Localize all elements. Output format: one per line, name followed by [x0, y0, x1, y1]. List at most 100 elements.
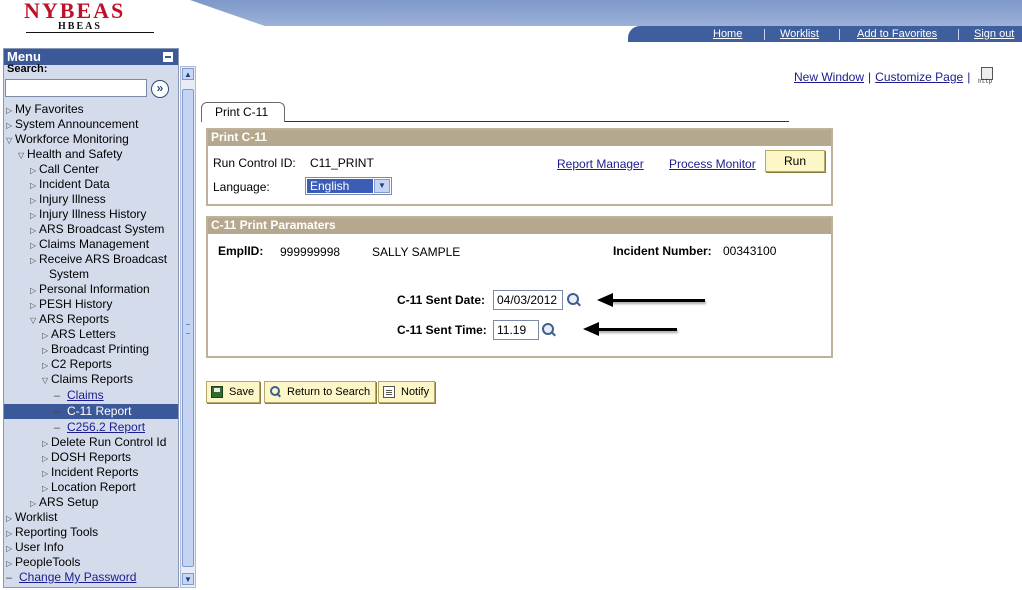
tree-collapsed-icon: ▷: [30, 286, 37, 295]
menu-item-ars-letters[interactable]: ▷ ARS Letters: [42, 327, 116, 342]
menu-item-c2-reports[interactable]: ▷ C2 Reports: [42, 357, 112, 372]
notify-button[interactable]: Notify: [378, 381, 436, 403]
menu-item-incident-reports[interactable]: ▷ Incident Reports: [42, 465, 138, 480]
menu-item-label: C256.2 Report: [67, 420, 146, 434]
lookup-search-icon[interactable]: [542, 323, 556, 337]
nav-home-link[interactable]: Home: [713, 28, 742, 40]
menu-item-label: Receive ARS Broadcast: [39, 252, 168, 266]
menu-item-incident-data[interactable]: ▷ Incident Data: [30, 177, 110, 192]
menu-search-input[interactable]: [5, 79, 147, 97]
chevron-down-icon[interactable]: ▼: [374, 179, 390, 193]
tree-leaf-icon: –: [54, 422, 61, 434]
process-monitor-link[interactable]: Process Monitor: [669, 157, 756, 171]
tree-expanded-icon: ▽: [18, 151, 25, 160]
menu-item-claims-management[interactable]: ▷ Claims Management: [30, 237, 149, 252]
menu-item-label: C-11 Report: [67, 404, 132, 418]
menu-item-label: Injury Illness: [39, 192, 106, 206]
customize-page-link[interactable]: Customize Page: [875, 70, 963, 84]
menu-item-change-my-password[interactable]: – Change My Password: [6, 570, 136, 585]
save-icon: [211, 386, 223, 398]
tree-leaf-icon: –: [54, 390, 61, 402]
menu-item-label: Claims: [67, 388, 104, 402]
nav-add-favorites-link[interactable]: Add to Favorites: [857, 28, 937, 40]
save-button[interactable]: Save: [206, 381, 261, 403]
menu-item-injury-illness[interactable]: ▷ Injury Illness: [30, 192, 106, 207]
menu-item-system[interactable]: System: [40, 267, 89, 282]
page-links: New Window | Customize Page |: [794, 70, 974, 84]
tree-collapsed-icon: ▷: [30, 499, 37, 508]
menu-item-workforce-monitoring[interactable]: ▽ Workforce Monitoring: [6, 132, 129, 147]
new-window-link[interactable]: New Window: [794, 70, 864, 84]
menu-item-delete-run-control-id[interactable]: ▷ Delete Run Control Id: [42, 435, 166, 450]
menu-item-label: Broadcast Printing: [51, 342, 150, 356]
tree-collapsed-icon: ▷: [30, 241, 37, 250]
menu-item-ars-broadcast-system[interactable]: ▷ ARS Broadcast System: [30, 222, 164, 237]
menu-item-user-info[interactable]: ▷ User Info: [6, 540, 64, 555]
menu-item-reporting-tools[interactable]: ▷ Reporting Tools: [6, 525, 98, 540]
menu-item-c-11-report[interactable]: – C-11 Report: [54, 404, 131, 419]
menu-item-ars-reports[interactable]: ▽ ARS Reports: [30, 312, 109, 327]
language-label: Language:: [213, 180, 270, 194]
menu-item-label: PeopleTools: [15, 555, 81, 569]
menu-item-call-center[interactable]: ▷ Call Center: [30, 162, 99, 177]
return-to-search-label: Return to Search: [287, 386, 371, 398]
emplid-label: EmplID:: [218, 244, 264, 258]
menu-item-label: ARS Broadcast System: [39, 222, 165, 236]
search-label: Search:: [7, 63, 48, 75]
tree-collapsed-icon: ▷: [6, 106, 13, 115]
run-button[interactable]: Run: [765, 150, 825, 172]
language-select[interactable]: English ▼: [305, 177, 392, 195]
menu-item-injury-illness-history[interactable]: ▷ Injury Illness History: [30, 207, 146, 222]
menu-item-label: Injury Illness History: [39, 207, 147, 221]
sent-date-input[interactable]: 04/03/2012: [493, 290, 563, 310]
nav-signout-link[interactable]: Sign out: [974, 28, 1014, 40]
lookup-search-icon[interactable]: [567, 293, 581, 307]
menu-item-peopletools[interactable]: ▷ PeopleTools: [6, 555, 80, 570]
minimize-icon[interactable]: [163, 52, 173, 62]
scroll-up-icon[interactable]: ▲: [182, 68, 194, 80]
menu-item-c256-2-report[interactable]: – C256.2 Report: [54, 420, 145, 435]
scroll-thumb[interactable]: [182, 89, 194, 567]
tab-print-c11[interactable]: Print C-11: [201, 102, 285, 122]
print-params-header: C-11 Print Paramaters: [208, 218, 831, 234]
menu-item-broadcast-printing[interactable]: ▷ Broadcast Printing: [42, 342, 149, 357]
menu-item-receive-ars-broadcast[interactable]: ▷ Receive ARS Broadcast: [30, 252, 167, 267]
tree-collapsed-icon: ▷: [30, 166, 37, 175]
run-control-label: Run Control ID:: [213, 156, 296, 170]
go-arrow-icon[interactable]: »: [151, 80, 169, 98]
menu-item-location-report[interactable]: ▷ Location Report: [42, 480, 136, 495]
menu-item-worklist[interactable]: ▷ Worklist: [6, 510, 57, 525]
tree-collapsed-icon: ▷: [6, 121, 13, 130]
header-banner: [190, 0, 1022, 26]
menu-item-dosh-reports[interactable]: ▷ DOSH Reports: [42, 450, 131, 465]
menu-item-ars-setup[interactable]: ▷ ARS Setup: [30, 495, 98, 510]
menu-item-label: DOSH Reports: [51, 450, 132, 464]
menu-item-my-favorites[interactable]: ▷ My Favorites: [6, 102, 84, 117]
menu-item-label: ARS Letters: [51, 327, 116, 341]
menu-item-claims-reports[interactable]: ▽ Claims Reports: [42, 372, 133, 387]
notify-icon: [383, 386, 395, 398]
menu-item-personal-information[interactable]: ▷ Personal Information: [30, 282, 150, 297]
menu-item-health-and-safety[interactable]: ▽ Health and Safety: [18, 147, 122, 162]
tree-collapsed-icon: ▷: [30, 226, 37, 235]
report-manager-link[interactable]: Report Manager: [557, 157, 644, 171]
menu-item-label: Claims Management: [39, 237, 150, 251]
tree-expanded-icon: ▽: [42, 376, 49, 385]
menu-scrollbar[interactable]: ▲ ▼: [180, 66, 196, 588]
menu-item-label: ARS Reports: [39, 312, 110, 326]
notify-label: Notify: [401, 386, 430, 398]
menu-item-claims[interactable]: – Claims: [54, 388, 104, 403]
scroll-down-icon[interactable]: ▼: [182, 573, 194, 585]
return-to-search-button[interactable]: Return to Search: [264, 381, 377, 403]
nav-worklist-link[interactable]: Worklist: [780, 28, 819, 40]
tree-collapsed-icon: ▷: [42, 361, 49, 370]
emplid-value: 999999998: [280, 245, 341, 259]
http-icon[interactable]: http: [978, 67, 996, 85]
menu-item-system-announcement[interactable]: ▷ System Announcement: [6, 117, 138, 132]
tree-collapsed-icon: ▷: [6, 529, 13, 538]
sent-time-input[interactable]: 11.19: [493, 320, 539, 340]
menu-item-pesh-history[interactable]: ▷ PESH History: [30, 297, 112, 312]
http-icon-text: http: [978, 78, 993, 85]
run-control-value: C11_PRINT: [310, 156, 374, 170]
menu-item-label: Personal Information: [39, 282, 150, 296]
